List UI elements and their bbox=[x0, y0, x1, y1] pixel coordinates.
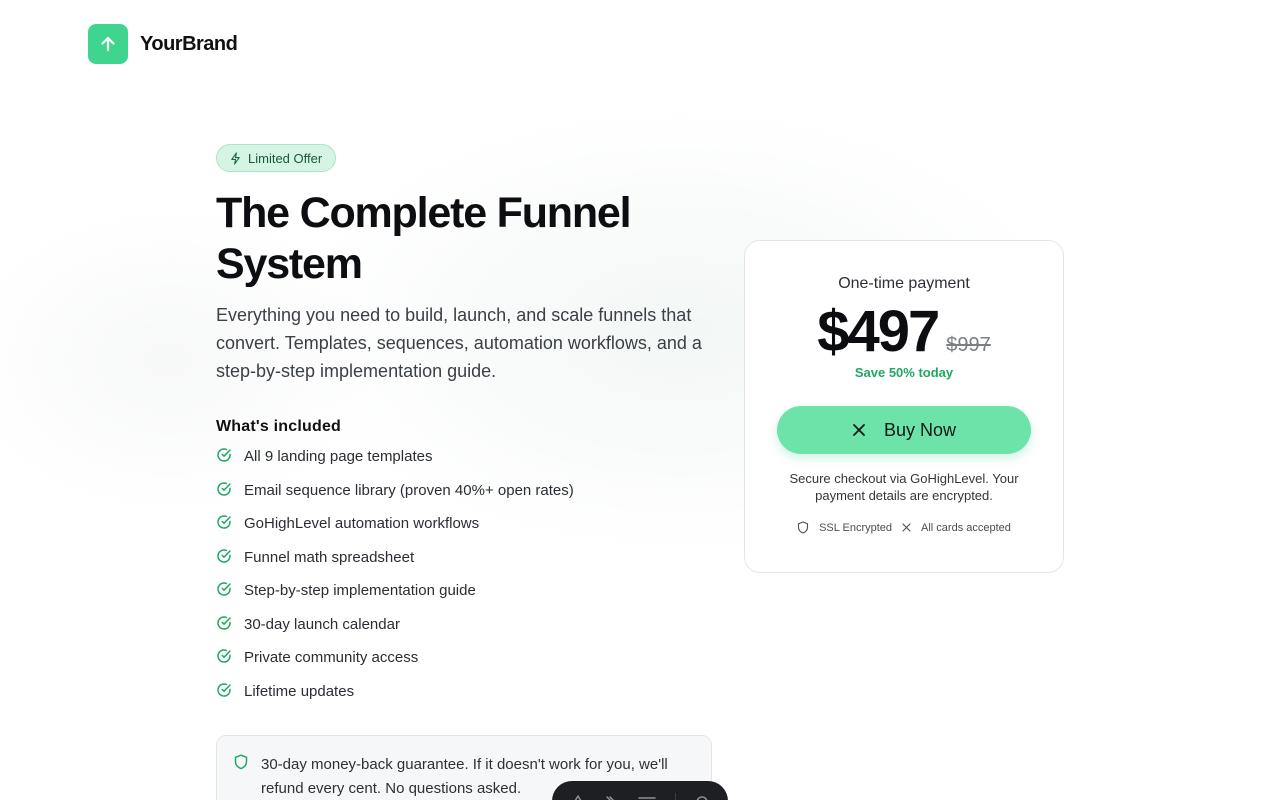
feature-item: Step-by-step implementation guide bbox=[216, 581, 716, 615]
check-circle-icon bbox=[217, 682, 231, 697]
check-circle-icon bbox=[217, 649, 231, 663]
check-circle-icon bbox=[217, 448, 231, 462]
check-circle-icon bbox=[217, 582, 231, 596]
trust-badges: SSL Encrypted All cards accepted bbox=[745, 521, 1063, 534]
cards-badge: All cards accepted bbox=[902, 522, 1011, 534]
brand-name: YourBrand bbox=[140, 32, 238, 55]
offer-details: Limited Offer The Complete Funnel System… bbox=[216, 144, 716, 715]
current-price: $497 bbox=[817, 299, 940, 364]
secure-checkout-text: Secure checkout via GoHighLevel. Your pa… bbox=[789, 471, 1019, 503]
feature-item: 30-day launch calendar bbox=[216, 615, 716, 649]
close-icon bbox=[902, 523, 911, 532]
ssl-label: SSL Encrypted bbox=[819, 521, 893, 534]
feature-label: Lifetime updates bbox=[244, 682, 355, 700]
feature-label: Private community access bbox=[244, 649, 419, 666]
brush-icon[interactable] bbox=[604, 794, 620, 800]
check-circle-icon bbox=[217, 481, 231, 496]
feature-label: Funnel math spreadsheet bbox=[244, 548, 415, 566]
payment-type-label: One-time payment bbox=[838, 275, 970, 292]
feature-item: GoHighLevel automation workflows bbox=[216, 514, 716, 548]
page-title: The Complete Funnel System bbox=[216, 189, 632, 288]
ssl-badge: SSL Encrypted bbox=[797, 521, 892, 534]
feature-list: All 9 landing page templates Email seque… bbox=[216, 447, 716, 715]
feature-label: Email sequence library (proven 40%+ open… bbox=[244, 481, 574, 499]
feature-label: GoHighLevel automation workflows bbox=[244, 515, 480, 532]
floating-toolbar bbox=[552, 781, 728, 800]
check-circle-icon bbox=[217, 615, 231, 630]
page-subtitle: Everything you need to build, launch, an… bbox=[216, 305, 702, 381]
feature-item: All 9 landing page templates bbox=[216, 447, 716, 481]
toolbar-divider bbox=[674, 793, 676, 800]
original-price: $997 bbox=[946, 334, 991, 356]
check-circle-icon bbox=[217, 548, 231, 563]
menu-icon[interactable] bbox=[638, 795, 657, 800]
cards-label: All cards accepted bbox=[921, 521, 1011, 534]
feature-item: Email sequence library (proven 40%+ open… bbox=[216, 481, 716, 515]
brand[interactable]: YourBrand bbox=[88, 24, 238, 64]
feature-item: Private community access bbox=[216, 648, 716, 682]
check-circle-icon bbox=[217, 515, 231, 529]
feature-label: 30-day launch calendar bbox=[244, 615, 400, 633]
pricing-card: One-time payment $497 $997 Save 50% toda… bbox=[744, 240, 1064, 573]
pen-icon[interactable] bbox=[570, 794, 586, 800]
feature-label: Step-by-step implementation guide bbox=[244, 582, 476, 599]
sparkle-icon bbox=[231, 151, 240, 165]
brand-logo bbox=[88, 24, 128, 64]
arrow-up-icon bbox=[101, 36, 115, 52]
price-row: $497 $997 bbox=[745, 301, 1063, 363]
feature-item: Funnel math spreadsheet bbox=[216, 548, 716, 582]
feature-label: All 9 landing page templates bbox=[244, 448, 433, 465]
close-icon bbox=[853, 424, 865, 436]
limited-offer-badge: Limited Offer bbox=[216, 144, 337, 172]
shield-icon bbox=[234, 754, 248, 770]
shield-icon bbox=[798, 521, 809, 534]
included-heading: What's included bbox=[216, 418, 342, 435]
feature-item: Lifetime updates bbox=[216, 682, 716, 716]
gear-icon[interactable] bbox=[694, 794, 710, 800]
buy-now-button[interactable]: Buy Now bbox=[777, 406, 1031, 454]
buy-now-label: Buy Now bbox=[883, 419, 957, 440]
badge-label: Limited Offer bbox=[248, 150, 323, 166]
savings-text: Save 50% today bbox=[854, 365, 954, 380]
